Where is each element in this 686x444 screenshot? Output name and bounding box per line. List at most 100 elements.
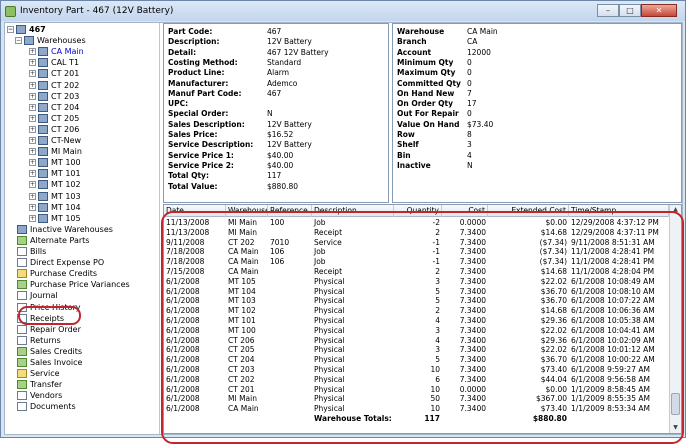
table-row[interactable]: 11/13/2008 MI Main 100 Job -2 0.0000 $0.00 12/2… (164, 218, 669, 228)
tree-node-14[interactable]: Transfer (17, 379, 62, 390)
table-row[interactable]: 6/1/2008 MT 103 Physical 5 7.3400 $36.70 6/1/2… (164, 296, 669, 306)
tree-warehouse-13[interactable]: + MT 103 (29, 191, 81, 202)
tree-node-3[interactable]: Direct Expense PO (17, 257, 104, 268)
tree-warehouse-10[interactable]: + MT 100 (29, 157, 81, 168)
expand-icon[interactable]: − (7, 26, 14, 33)
tree-node-label: Vendors (30, 391, 63, 401)
expand-icon[interactable]: + (29, 192, 36, 200)
table-row[interactable]: 6/1/2008 MT 104 Physical 5 7.3400 $36.70 6/1/2… (164, 287, 669, 297)
expand-icon[interactable]: + (29, 214, 36, 222)
tree-warehouse-11[interactable]: + MT 101 (29, 168, 81, 179)
table-row[interactable]: 6/1/2008 CT 204 Physical 5 7.3400 $36.70 6/1/2… (164, 355, 669, 365)
table-row[interactable]: 6/1/2008 CT 205 Physical 3 7.3400 $22.02 6/1/2… (164, 345, 669, 355)
tree-node-4[interactable]: Purchase Credits (17, 268, 97, 279)
column-header-2[interactable]: Reference (268, 205, 312, 217)
table-row[interactable]: 6/1/2008 CT 201 Physical 10 0.0000 $0.00 1/1/2… (164, 385, 669, 395)
table-row[interactable]: 7/18/2008 CA Main 106 Job -1 7.3400 ($7.34) 11/… (164, 257, 669, 267)
table-row[interactable]: 6/1/2008 CA Main Physical 10 7.3400 $73.40 1/1… (164, 404, 669, 414)
expand-icon[interactable]: + (29, 70, 36, 78)
table-cell: MT 100 (228, 325, 256, 335)
table-row[interactable]: 9/11/2008 CT 202 7010 Service -1 7.3400 ($7.34… (164, 238, 669, 248)
expand-icon[interactable]: − (15, 37, 22, 45)
expand-icon[interactable]: + (29, 137, 36, 144)
tree-warehouses[interactable]: − Warehouses (15, 35, 86, 46)
tree-warehouse-0[interactable]: + CA Main (29, 46, 84, 57)
tree-node-6[interactable]: Journal (17, 290, 58, 301)
table-cell (268, 394, 312, 404)
maximize-button[interactable]: □ (619, 4, 641, 17)
expand-icon[interactable]: + (29, 159, 36, 167)
scroll-thumb[interactable] (671, 393, 680, 415)
tree-warehouse-12[interactable]: + MT 102 (29, 179, 81, 190)
table-cell: 100 (270, 218, 285, 227)
expand-icon[interactable]: + (29, 148, 36, 156)
expand-icon[interactable]: + (29, 170, 36, 178)
expand-icon[interactable]: + (29, 114, 36, 122)
table-row[interactable]: 11/13/2008 MI Main Receipt 2 7.3400 $14.68 12/… (164, 228, 669, 238)
tree-node-16[interactable]: Documents (17, 401, 76, 412)
column-header-7[interactable]: Time/Stamp (569, 205, 669, 217)
column-header-3[interactable]: Description (312, 205, 394, 217)
tree-warehouse-4[interactable]: + CT 203 (29, 91, 79, 102)
expand-icon[interactable]: + (29, 203, 36, 211)
tree-node-0[interactable]: Inactive Warehouses (17, 224, 113, 235)
table-row[interactable]: 6/1/2008 CT 202 Physical 6 7.3400 $44.04 6/1/2… (164, 375, 669, 385)
column-header-1[interactable]: Warehouse (226, 205, 268, 217)
column-header-6[interactable]: Extended Cost (488, 205, 569, 217)
table-row[interactable]: 6/1/2008 MI Main Physical 50 7.3400 $367.00 1/… (164, 394, 669, 404)
tree-warehouse-5[interactable]: + CT 204 (29, 102, 79, 113)
journal-grid[interactable]: Date Warehouse Reference Description Quantit… (163, 204, 682, 434)
table-cell: 7.3400 (459, 316, 486, 325)
table-row[interactable]: 6/1/2008 CT 203 Physical 10 7.3400 $73.40 6/1/… (164, 365, 669, 375)
tree-warehouse-1[interactable]: + CAL T1 (29, 57, 79, 68)
table-cell: Physical (314, 296, 345, 306)
tree-warehouse-14[interactable]: + MT 104 (29, 202, 81, 213)
tree-warehouse-6[interactable]: + CT 205 (29, 113, 79, 124)
tree-warehouse-2[interactable]: + CT 201 (29, 68, 79, 79)
scroll-down-arrow-icon[interactable]: ▼ (670, 423, 681, 433)
tree-warehouse-8[interactable]: + CT-New (29, 135, 81, 146)
table-cell: 6/1/2008 (166, 345, 200, 355)
tree-node-1[interactable]: Alternate Parts (17, 235, 89, 246)
expand-icon[interactable]: + (29, 103, 36, 111)
tree-warehouse-7[interactable]: + CT 206 (29, 124, 79, 135)
expand-icon[interactable]: + (29, 59, 36, 67)
table-row[interactable]: 6/1/2008 CT 206 Physical 4 7.3400 $29.36 6/1/2… (164, 336, 669, 346)
table-cell: 7.3400 (459, 335, 486, 345)
tree-node-11[interactable]: Sales Credits (17, 346, 82, 357)
tree-node-13[interactable]: Service (17, 368, 60, 379)
expand-icon[interactable]: + (29, 92, 36, 100)
tree-node-7[interactable]: Price History (17, 302, 81, 313)
expand-icon[interactable]: + (29, 81, 36, 89)
scroll-up-arrow-icon[interactable]: ▲ (670, 205, 681, 215)
tree-root[interactable]: − 467 (7, 24, 46, 35)
tree-node-12[interactable]: Sales Invoice (17, 357, 82, 368)
column-header-0[interactable]: Date (164, 205, 226, 217)
table-cell: $22.02 (540, 345, 567, 355)
table-row[interactable]: 6/1/2008 MT 101 Physical 4 7.3400 $29.36 6/1/2… (164, 316, 669, 326)
table-row[interactable]: 7/18/2008 CA Main 106 Job -1 7.3400 ($7.34) 11/… (164, 247, 669, 257)
tree-node-15[interactable]: Vendors (17, 390, 62, 401)
expand-icon[interactable]: + (29, 125, 36, 133)
table-cell: 11/1/2008 4:28:41 PM (571, 247, 655, 257)
close-button[interactable]: ✕ (641, 4, 677, 17)
tree-node-9[interactable]: Repair Order (17, 324, 81, 335)
expand-icon[interactable]: + (29, 181, 36, 189)
table-row[interactable]: 6/1/2008 MT 100 Physical 3 7.3400 $22.02 6/1/2… (164, 326, 669, 336)
tree-node-8[interactable]: Receipts (17, 313, 64, 324)
table-row[interactable]: 6/1/2008 MT 102 Physical 2 7.3400 $14.68 6/1/2… (164, 306, 669, 316)
minimize-button[interactable]: – (597, 4, 619, 17)
tree-warehouse-3[interactable]: + CT 202 (29, 80, 79, 91)
tree-warehouse-15[interactable]: + MT 105 (29, 213, 81, 224)
expand-icon[interactable]: + (29, 48, 36, 56)
tree-node-2[interactable]: Bills (17, 246, 46, 257)
table-row[interactable]: 7/15/2008 CA Main Receipt 2 7.3400 $14.68 11/1… (164, 267, 669, 277)
vertical-scrollbar[interactable]: ▲ ▼ (669, 205, 681, 433)
tree-node-5[interactable]: Purchase Price Variances (17, 279, 130, 290)
column-header-5[interactable]: Cost (442, 205, 488, 217)
tree-node-label: CT 205 (51, 113, 80, 123)
column-header-4[interactable]: Quantity (394, 205, 442, 217)
table-row[interactable]: 6/1/2008 MT 105 Physical 3 7.3400 $22.02 6/1/2… (164, 277, 669, 287)
tree-node-10[interactable]: Returns (17, 335, 61, 346)
tree-warehouse-9[interactable]: + MI Main (29, 146, 82, 157)
